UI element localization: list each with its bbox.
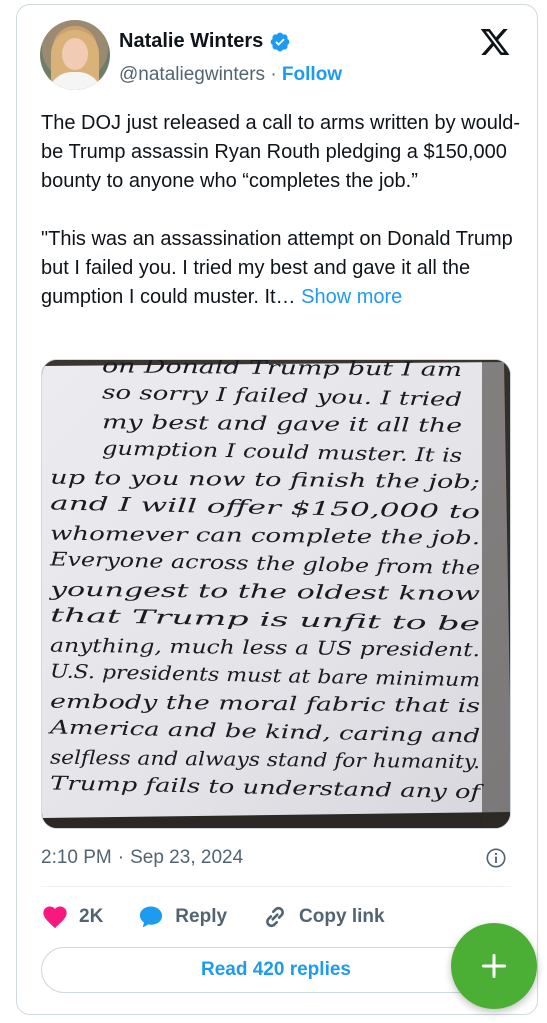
copy-link-button[interactable]: Copy link — [261, 903, 385, 931]
author-handle[interactable]: @nataliegwinters — [119, 64, 265, 85]
compose-fab-button[interactable] — [451, 923, 537, 1009]
show-more-link[interactable]: Show more — [301, 286, 402, 308]
tweet-card: Natalie Winters @nataliegwinters · Follo… — [16, 4, 538, 1015]
tweet-image[interactable]: on Donald Trump but I am so sorry I faile… — [41, 359, 511, 829]
plus-icon — [481, 953, 507, 979]
tweet-paragraph-1: The DOJ just released a call to arms wri… — [41, 112, 521, 192]
handwritten-line: embody the moral fabric that is — [50, 691, 481, 718]
read-replies-button[interactable]: Read 420 replies — [41, 947, 511, 993]
x-logo-icon[interactable] — [479, 26, 511, 58]
handwritten-line: up to you now to finish the job; — [50, 467, 480, 494]
handwritten-line: whomever can complete the job. — [50, 523, 480, 550]
handwritten-line: my best and gave it all the — [102, 411, 462, 437]
author-name[interactable]: Natalie Winters — [119, 30, 263, 53]
tweet-time[interactable]: 2:10 PM — [41, 847, 112, 869]
divider — [41, 886, 511, 887]
handwritten-line: selfless and always stand for humanity. — [50, 747, 480, 774]
reply-label: Reply — [175, 906, 228, 927]
handle-separator: · — [270, 64, 277, 85]
copy-link-label: Copy link — [299, 906, 385, 927]
tweet-date[interactable]: Sep 23, 2024 — [130, 847, 243, 869]
info-icon[interactable] — [485, 847, 507, 869]
reply-button[interactable]: Reply — [137, 903, 227, 931]
author-avatar[interactable] — [40, 20, 110, 90]
tweet-timestamp: 2:10 PM · Sep 23, 2024 — [41, 843, 511, 873]
author-handle-row: @nataliegwinters · Follow — [119, 64, 342, 86]
timestamp-separator: · — [117, 847, 125, 868]
tweet-paragraph-2: "This was an assassination attempt on Do… — [41, 228, 519, 308]
author-name-row: Natalie Winters — [119, 30, 291, 53]
like-button[interactable]: 2K — [41, 903, 103, 931]
tweet-body: The DOJ just released a call to arms wri… — [41, 109, 521, 312]
handwritten-line: youngest to the oldest know — [48, 579, 480, 606]
link-icon — [266, 906, 284, 928]
follow-button[interactable]: Follow — [282, 64, 342, 85]
like-count: 2K — [79, 906, 104, 927]
handwritten-line: anything, much less a US president. — [50, 635, 480, 662]
verified-badge-icon — [270, 32, 290, 51]
reply-bubble-icon — [140, 906, 163, 928]
tweet-actions: 2K Reply Copy link — [41, 899, 511, 935]
heart-icon — [43, 906, 67, 929]
handwritten-letter-photo: on Donald Trump but I amso sorry I faile… — [42, 360, 510, 828]
tweet-header: Natalie Winters @nataliegwinters · Follo… — [40, 20, 517, 92]
